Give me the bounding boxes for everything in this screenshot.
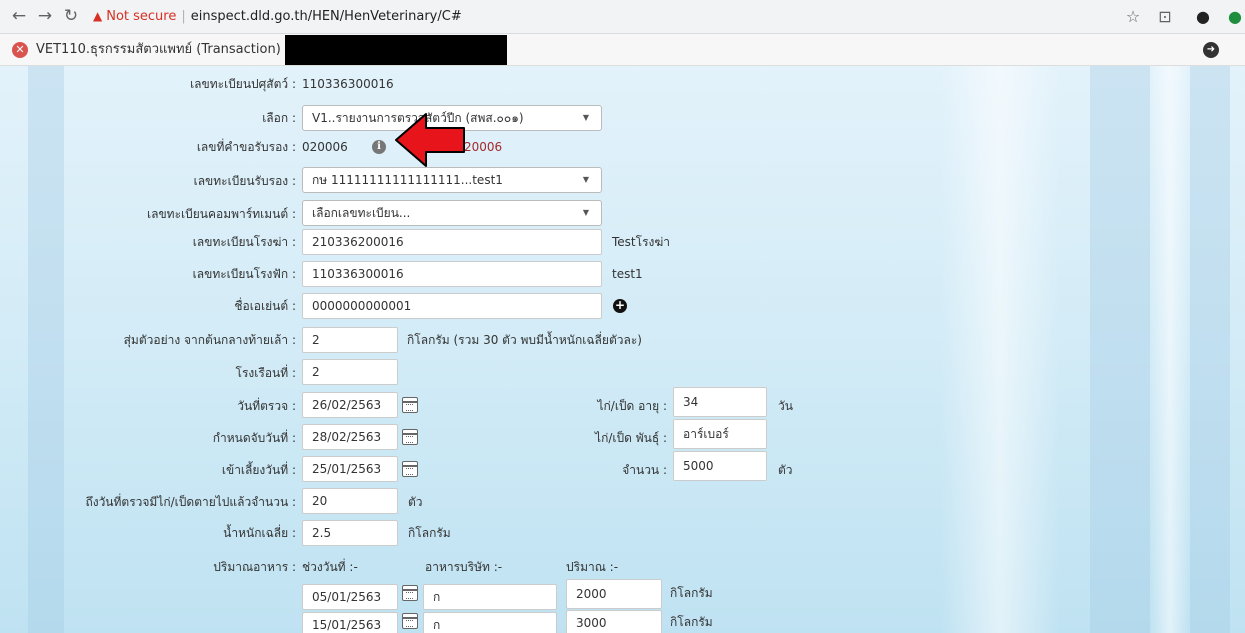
slaughterhouse-field[interactable]: 210336200016 bbox=[302, 229, 602, 255]
feed-amount-field[interactable]: 2000 bbox=[566, 579, 662, 609]
age-label: ไก่/เป็ด อายุ : bbox=[597, 399, 667, 413]
hatchery-label: เลขทะเบียนโรงฟัก : bbox=[192, 267, 296, 281]
agent-label: ชื่อเอเย่นต์ : bbox=[234, 299, 296, 313]
calendar-icon[interactable] bbox=[402, 397, 418, 413]
chevron-down-icon: ▼ bbox=[582, 208, 589, 217]
chevron-down-icon: ▼ bbox=[582, 175, 589, 184]
sample-note: กิโลกรัม (รวม 30 ตัว พบมีน้ำหนักเฉลี่ยตั… bbox=[407, 333, 642, 347]
warning-icon: ▲ bbox=[93, 9, 103, 23]
feed-col-date: ช่วงวันที่ :- bbox=[302, 560, 358, 574]
feed-date-field[interactable]: 05/01/2563 bbox=[302, 584, 398, 610]
feed-date-field[interactable]: 15/01/2563 bbox=[302, 612, 398, 633]
background-glow bbox=[940, 66, 1060, 633]
avg-weight-unit: กิโลกรัม bbox=[408, 526, 451, 540]
feed-amount-unit: กิโลกรัม bbox=[670, 615, 713, 629]
agent-field[interactable]: 0000000000001 bbox=[302, 293, 602, 319]
address-bar[interactable]: ▲ Not secure | einspect.dld.go.th/HEN/HenVe… bbox=[93, 6, 462, 27]
window-title: VET110.ธุรกรรมสัตวแพทย์ (Transaction) bbox=[36, 42, 281, 57]
background-pillar bbox=[1190, 66, 1230, 633]
cert-registration-select[interactable]: กษ 11111111111111111...test1 ▼ bbox=[302, 167, 602, 193]
form-area bbox=[0, 66, 1245, 633]
calendar-icon[interactable] bbox=[402, 429, 418, 445]
raise-date-field[interactable]: 25/01/2563 bbox=[302, 456, 398, 482]
count-field[interactable]: 5000 bbox=[673, 451, 767, 481]
extension-green-icon[interactable]: ● bbox=[1224, 6, 1245, 28]
catch-date-label: กำหนดจับวันที่ : bbox=[212, 431, 296, 445]
star-icon[interactable]: ☆ bbox=[1122, 6, 1144, 28]
feed-col-amount: ปริมาณ :- bbox=[566, 560, 619, 574]
extension-icon[interactable]: ⊡ bbox=[1154, 6, 1176, 28]
dead-field[interactable]: 20 bbox=[302, 488, 398, 514]
background-glow bbox=[1150, 66, 1190, 633]
forward-icon[interactable]: → bbox=[34, 5, 56, 27]
feed-col-company: อาหารบริษัท :- bbox=[425, 560, 503, 574]
close-icon[interactable]: ✕ bbox=[12, 42, 28, 58]
house-field[interactable]: 2 bbox=[302, 359, 398, 385]
info-icon[interactable]: i bbox=[372, 140, 386, 154]
cert-registration-label: เลขทะเบียนรับรอง : bbox=[193, 174, 296, 188]
reload-icon[interactable]: ↻ bbox=[60, 5, 82, 27]
house-label: โรงเรือนที่ : bbox=[235, 366, 296, 380]
forward-circle-icon[interactable]: ➜ bbox=[1203, 42, 1219, 58]
browser-toolbar: ← → ↻ ▲ Not secure | einspect.dld.go.th/HEN… bbox=[0, 0, 1245, 34]
count-label: จำนวน : bbox=[622, 463, 667, 477]
dead-unit: ตัว bbox=[408, 495, 423, 509]
url-text: einspect.dld.go.th/HEN/HenVeterinary/C# bbox=[190, 9, 462, 24]
background-pillar bbox=[1090, 66, 1150, 633]
avg-weight-field[interactable]: 2.5 bbox=[302, 520, 398, 546]
count-unit: ตัว bbox=[778, 463, 793, 477]
calendar-icon[interactable] bbox=[402, 585, 418, 601]
compartment-label: เลขทะเบียนคอมพาร์ทเมนต์ : bbox=[147, 207, 296, 221]
cert-registration-value: กษ 11111111111111111...test1 bbox=[312, 173, 503, 187]
slaughterhouse-label: เลขทะเบียนโรงฆ่า : bbox=[192, 235, 296, 249]
add-circle-icon[interactable]: + bbox=[613, 299, 627, 313]
inspect-date-field[interactable]: 26/02/2563 bbox=[302, 392, 398, 418]
window-title-bar: ✕ VET110.ธุรกรรมสัตวแพทย์ (Transaction) … bbox=[0, 34, 1245, 66]
hatchery-note: test1 bbox=[612, 267, 643, 281]
feed-label: ปริมาณอาหาร : bbox=[213, 560, 296, 574]
breed-label: ไก่/เป็ด พันธุ์ : bbox=[595, 431, 667, 445]
catch-date-field[interactable]: 28/02/2563 bbox=[302, 424, 398, 450]
raise-date-label: เข้าเลี้ยงวันที่ : bbox=[221, 463, 296, 477]
avg-weight-label: น้ำหนักเฉลี่ย : bbox=[223, 526, 296, 540]
compartment-select[interactable]: เลือกเลขทะเบียน... ▼ bbox=[302, 200, 602, 226]
sample-label: สุ่มตัวอย่าง จากต้นกลางท้ายเล้า : bbox=[123, 333, 296, 347]
not-secure-label: Not secure bbox=[106, 9, 177, 24]
address-separator: | bbox=[181, 9, 186, 24]
cert-request-value: 020006 bbox=[302, 140, 348, 154]
registration-value: 110336300016 bbox=[302, 77, 394, 91]
slaughterhouse-note: Testโรงฆ่า bbox=[612, 235, 671, 249]
feed-amount-field[interactable]: 3000 bbox=[566, 610, 662, 633]
chevron-down-icon: ▼ bbox=[582, 113, 589, 122]
registration-label: เลขทะเบียนปศุสัตว์ : bbox=[190, 77, 296, 91]
annotation-arrow-icon bbox=[395, 113, 465, 167]
cert-request-hint: 20006 bbox=[464, 140, 503, 154]
choose-label: เลือก : bbox=[262, 111, 296, 125]
calendar-icon[interactable] bbox=[402, 613, 418, 629]
cert-request-label: เลขที่คำขอรับรอง : bbox=[196, 140, 296, 154]
feed-company-field[interactable]: ก bbox=[423, 584, 557, 610]
dead-label: ถึงวันที่ตรวจมีไก่/เป็ดตายไปแล้วจำนวน : bbox=[85, 495, 296, 509]
back-icon[interactable]: ← bbox=[8, 5, 30, 27]
breed-field[interactable]: อาร์เบอร์ bbox=[673, 419, 767, 449]
age-field[interactable]: 34 bbox=[673, 387, 767, 417]
profile-icon[interactable]: ● bbox=[1192, 6, 1214, 28]
feed-amount-unit: กิโลกรัม bbox=[670, 586, 713, 600]
sample-field[interactable]: 2 bbox=[302, 327, 398, 353]
compartment-value: เลือกเลขทะเบียน... bbox=[312, 206, 411, 220]
feed-company-field[interactable]: ก bbox=[423, 612, 557, 633]
age-unit: วัน bbox=[778, 399, 793, 413]
background-pillar bbox=[28, 66, 64, 633]
hatchery-field[interactable]: 110336300016 bbox=[302, 261, 602, 287]
redacted-area bbox=[285, 35, 507, 65]
calendar-icon[interactable] bbox=[402, 461, 418, 477]
inspect-date-label: วันที่ตรวจ : bbox=[237, 399, 296, 413]
